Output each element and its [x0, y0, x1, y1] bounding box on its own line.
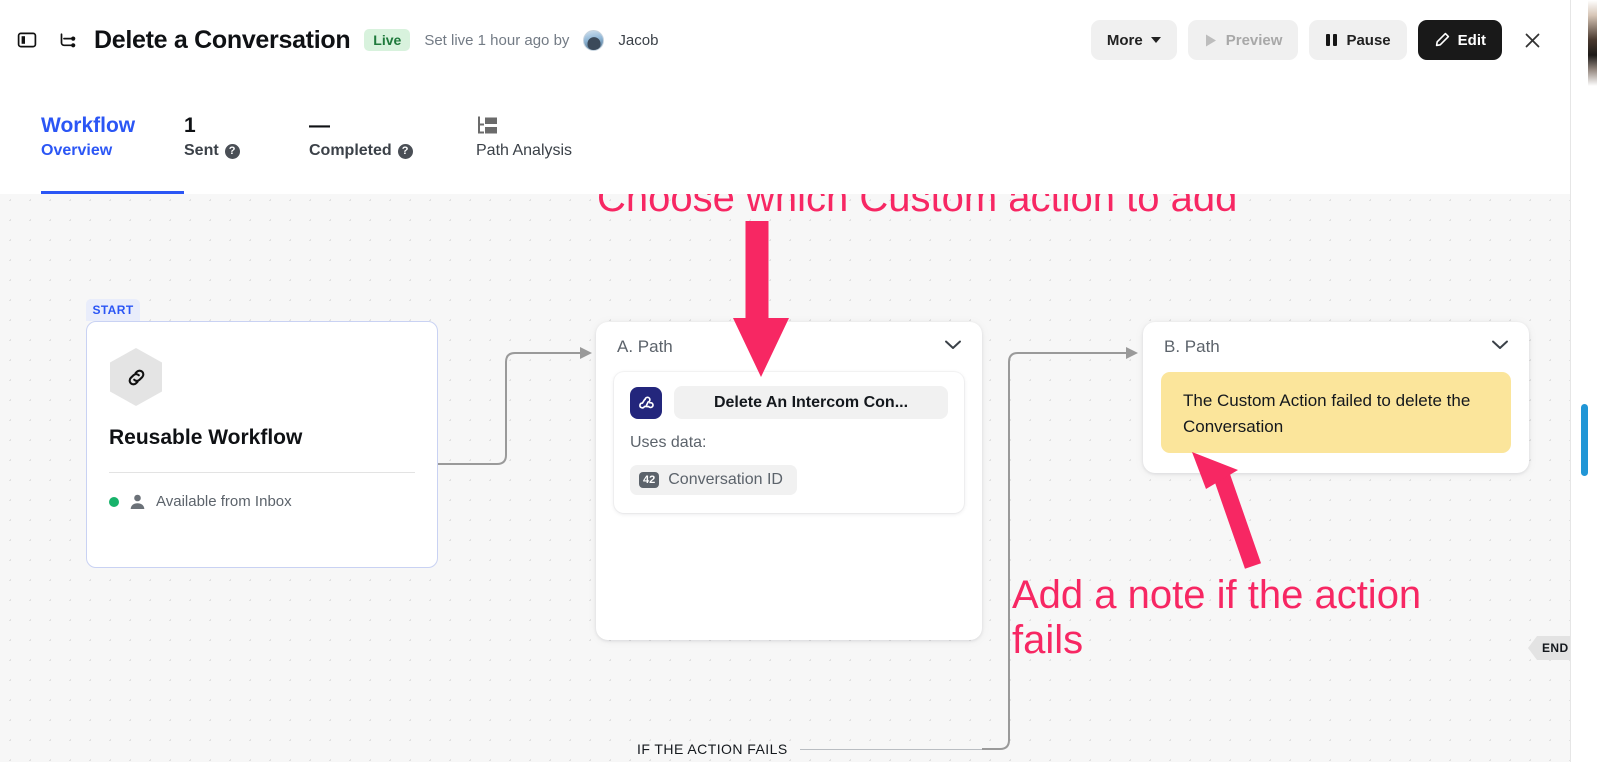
path-a-action-row: Delete An Intercom Con... [630, 386, 948, 419]
start-availability-row: Available from Inbox [109, 493, 415, 510]
divider [109, 472, 415, 473]
right-window-edge [1570, 0, 1600, 762]
tab-sent[interactable]: 1 Sent ? [184, 80, 309, 194]
end-badge-b: END [1528, 636, 1570, 660]
data-chip-label: Conversation ID [668, 471, 783, 488]
number-badge: 42 [639, 471, 660, 489]
pause-button[interactable]: Pause [1309, 20, 1407, 60]
play-icon [1205, 34, 1216, 46]
header-left-group: Delete a Conversation Live Set live 1 ho… [14, 26, 1091, 55]
tab-workflow-bottom: Overview [41, 142, 113, 159]
data-chip-conversation-id[interactable]: 42 Conversation ID [630, 465, 797, 495]
path-a-action-step[interactable]: Delete An Intercom Con... Uses data: 42 … [614, 372, 964, 513]
path-analysis-icon [476, 113, 636, 137]
edit-label: Edit [1457, 31, 1486, 49]
tab-completed-label: Completed [309, 142, 392, 159]
chevron-down-icon[interactable] [1491, 338, 1509, 356]
more-label: More [1106, 31, 1143, 49]
status-badge: Live [364, 29, 411, 51]
start-title: Reusable Workflow [109, 426, 303, 449]
tab-sent-bottom: Sent ? [184, 143, 309, 159]
workflow-branch-icon [54, 27, 80, 53]
path-card-a[interactable]: A. Path Delete An Intercom Con... Uses d… [596, 322, 982, 640]
chevron-down-icon [1150, 37, 1161, 43]
path-b-note[interactable]: The Custom Action failed to delete the C… [1161, 372, 1511, 453]
path-card-b[interactable]: B. Path The Custom Action failed to dele… [1143, 322, 1529, 473]
person-icon [130, 494, 145, 510]
start-card[interactable]: Reusable Workflow Available from Inbox [86, 321, 438, 568]
path-a-action-name[interactable]: Delete An Intercom Con... [674, 386, 948, 419]
start-availability-label: Available from Inbox [156, 493, 292, 510]
tab-workflow-top: Workflow [41, 113, 136, 137]
header-actions: More Preview Pause Edit [1090, 20, 1552, 60]
tab-workflow-overview[interactable]: Workflow Overview [41, 80, 184, 194]
path-b-label: B. Path [1164, 337, 1220, 356]
preview-label: Preview [1225, 31, 1283, 49]
preview-button[interactable]: Preview [1187, 20, 1299, 60]
workflow-editor-screen: Delete a Conversation Live Set live 1 ho… [0, 0, 1600, 762]
canvas-inner: START Reusable Workflow Available from I… [0, 194, 1570, 762]
help-icon[interactable]: ? [224, 143, 240, 159]
tab-completed-count: — [309, 113, 330, 137]
tab-sent-count: 1 [184, 113, 196, 137]
tab-path-analysis[interactable]: Path Analysis [476, 80, 636, 194]
path-a-label: A. Path [617, 337, 673, 356]
tab-sent-label: Sent [184, 142, 219, 159]
more-button[interactable]: More [1090, 20, 1177, 60]
set-live-meta: Set live 1 hour ago by [424, 31, 570, 49]
workflow-canvas[interactable]: START Reusable Workflow Available from I… [0, 194, 1570, 762]
tab-path-analysis-label: Path Analysis [476, 142, 573, 159]
sidebar-panel-icon[interactable] [14, 27, 40, 53]
pause-label: Pause [1346, 31, 1391, 49]
avatar [583, 29, 605, 51]
custom-action-webhook-icon [630, 386, 662, 419]
vertical-scrollbar-thumb[interactable] [1581, 404, 1588, 476]
if-action-fails-row: IF THE ACTION FAILS [637, 737, 982, 761]
if-action-fails-label: IF THE ACTION FAILS [637, 741, 788, 757]
page-title: Delete a Conversation [94, 25, 351, 54]
chevron-down-icon[interactable] [944, 338, 962, 356]
path-b-header[interactable]: B. Path [1143, 322, 1529, 372]
edge-thumbnail [1588, 0, 1597, 86]
link-chain-icon [110, 348, 162, 406]
close-icon[interactable] [1513, 20, 1552, 60]
pause-icon [1326, 34, 1338, 46]
tab-bar: Workflow Overview 1 Sent ? — Completed ? [0, 80, 1570, 194]
start-tab-label: START [86, 299, 140, 321]
pencil-icon [1435, 32, 1449, 47]
status-dot [109, 496, 119, 507]
divider [799, 748, 982, 750]
help-icon[interactable]: ? [397, 143, 413, 159]
app-header: Delete a Conversation Live Set live 1 ho… [0, 0, 1570, 80]
tab-completed-bottom: Completed ? [309, 143, 476, 159]
uses-data-label: Uses data: [630, 434, 707, 451]
user-name: Jacob [618, 31, 659, 49]
tab-completed[interactable]: — Completed ? [309, 80, 476, 194]
path-a-header[interactable]: A. Path [596, 322, 982, 372]
edit-button[interactable]: Edit [1417, 20, 1502, 60]
